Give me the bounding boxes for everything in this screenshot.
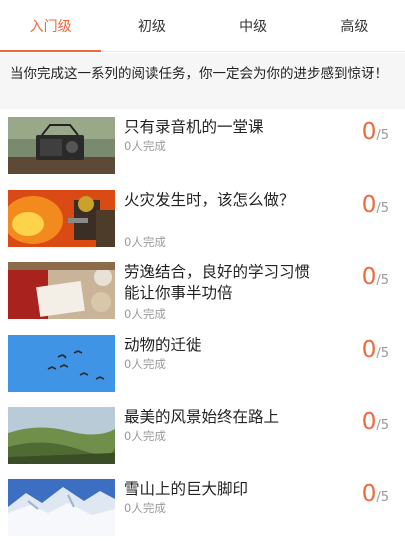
landscape-image xyxy=(8,407,115,464)
tab-intermediate[interactable]: 中级 xyxy=(203,0,304,51)
study-image xyxy=(8,262,115,319)
score-value: 0 xyxy=(361,337,377,363)
lesson-score: 0/5 xyxy=(362,264,389,290)
score-total: /5 xyxy=(376,273,389,288)
lesson-thumbnail xyxy=(8,190,115,247)
tab-elementary[interactable]: 初级 xyxy=(101,0,202,51)
score-value: 0 xyxy=(361,264,377,290)
score-total: /5 xyxy=(376,346,389,361)
lesson-item-study[interactable]: 劳逸结合，良好的学习习惯能让你事半功倍 0人完成 0/5 xyxy=(0,254,405,326)
lesson-score: 0/5 xyxy=(362,481,389,507)
tab-label: 高级 xyxy=(340,18,369,35)
banner-text: 当你完成这一系列的阅读任务，你一定会为你的进步感到惊讶！ xyxy=(10,66,388,82)
snow-mountain-image xyxy=(8,479,115,536)
lesson-title: 最美的风景始终在路上 xyxy=(124,408,280,426)
lesson-thumbnail xyxy=(8,479,115,536)
tab-label: 初级 xyxy=(137,18,166,35)
completion-count: 0人完成 xyxy=(124,429,166,443)
completion-count: 0人完成 xyxy=(124,357,166,371)
score-value: 0 xyxy=(361,192,377,218)
lesson-thumbnail xyxy=(8,335,115,392)
lesson-title: 雪山上的巨大脚印 xyxy=(124,480,249,498)
tab-label: 入门级 xyxy=(29,18,72,35)
lesson-title: 火灾发生时，该怎么做？ xyxy=(124,191,295,209)
lesson-score: 0/5 xyxy=(362,192,389,218)
score-total: /5 xyxy=(376,201,389,216)
completion-count: 0人完成 xyxy=(124,139,166,153)
lesson-item-migration[interactable]: 动物的迁徙 0人完成 0/5 xyxy=(0,327,405,399)
lesson-title: 动物的迁徙 xyxy=(124,336,202,354)
tab-advanced[interactable]: 高级 xyxy=(304,0,405,51)
lesson-item-scenery[interactable]: 最美的风景始终在路上 0人完成 0/5 xyxy=(0,399,405,471)
lesson-title: 只有录音机的一堂课 xyxy=(124,118,264,136)
lesson-title: 劳逸结合，良好的学习习惯能让你事半功倍 xyxy=(124,263,311,302)
score-value: 0 xyxy=(361,119,377,145)
lesson-item-snow[interactable]: 雪山上的巨大脚印 0人完成 0/5 xyxy=(0,471,405,541)
lesson-item-radio[interactable]: 只有录音机的一堂课 0人完成 0/5 xyxy=(0,109,405,181)
score-value: 0 xyxy=(361,409,377,435)
score-total: /5 xyxy=(376,128,389,143)
lesson-thumbnail xyxy=(8,407,115,464)
tab-label: 中级 xyxy=(239,18,268,35)
tab-beginner[interactable]: 入门级 xyxy=(0,0,102,52)
lesson-score: 0/5 xyxy=(362,337,389,363)
score-value: 0 xyxy=(361,481,377,507)
lesson-score: 0/5 xyxy=(362,409,389,435)
lesson-score: 0/5 xyxy=(362,119,389,145)
radio-image xyxy=(8,117,115,174)
completion-count: 0人完成 xyxy=(124,307,166,321)
completion-count: 0人完成 xyxy=(124,235,166,249)
lesson-item-fire[interactable]: 火灾发生时，该怎么做？ 0人完成 0/5 xyxy=(0,182,405,254)
score-total: /5 xyxy=(376,490,389,505)
score-total: /5 xyxy=(376,418,389,433)
lesson-thumbnail xyxy=(8,262,115,319)
lesson-thumbnail xyxy=(8,117,115,174)
firefighter-image xyxy=(8,190,115,247)
birds-image xyxy=(8,335,115,392)
completion-count: 0人完成 xyxy=(124,501,166,515)
intro-banner: 当你完成这一系列的阅读任务，你一定会为你的进步感到惊讶！ xyxy=(0,53,405,109)
level-tabs: 入门级 初级 中级 高级 xyxy=(0,0,405,52)
